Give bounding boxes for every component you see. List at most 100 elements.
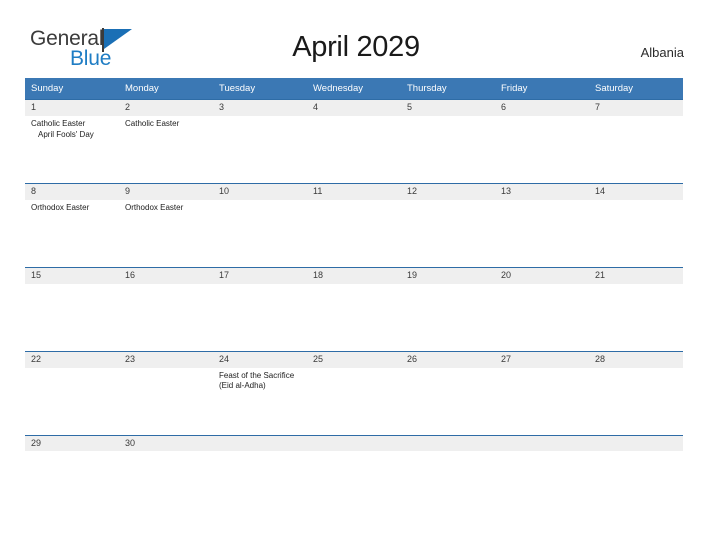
holiday-event: Catholic Easter bbox=[125, 118, 180, 128]
day-number: 30 bbox=[119, 435, 213, 452]
calendar-page: General Blue April 2029 Albania Sunday M… bbox=[0, 0, 712, 550]
day-events: Catholic Easter bbox=[119, 116, 213, 183]
calendar-body: 1 Catholic Easter April Fools' Day 2 Catholi… bbox=[25, 99, 683, 463]
day-events bbox=[495, 451, 589, 462]
day-number: 25 bbox=[307, 351, 401, 368]
day-events bbox=[25, 284, 119, 351]
day-events bbox=[401, 116, 495, 183]
day-number: 8 bbox=[25, 183, 119, 200]
calendar-day-cell[interactable]: 7 bbox=[589, 99, 683, 184]
day-number: 6 bbox=[495, 100, 589, 116]
calendar-day-cell-empty[interactable] bbox=[307, 434, 401, 463]
calendar-day-cell[interactable]: 23 bbox=[119, 350, 213, 436]
calendar-day-cell[interactable]: 28 bbox=[589, 350, 683, 436]
calendar-week-row: 1 Catholic Easter April Fools' Day 2 Catholi… bbox=[25, 99, 683, 184]
calendar-day-cell[interactable]: 27 bbox=[495, 350, 589, 436]
day-number: 22 bbox=[25, 351, 119, 368]
day-number: 5 bbox=[401, 100, 495, 116]
calendar-day-cell[interactable]: 18 bbox=[307, 266, 401, 352]
calendar-day-cell[interactable]: 19 bbox=[401, 266, 495, 352]
day-events bbox=[495, 368, 589, 435]
calendar-header: Sunday Monday Tuesday Wednesday Thursday… bbox=[25, 78, 683, 100]
weekday-header-monday: Monday bbox=[125, 83, 159, 94]
weekday-header-thursday: Thursday bbox=[407, 83, 447, 94]
calendar-day-cell-empty[interactable] bbox=[589, 434, 683, 463]
calendar-day-cell[interactable]: 6 bbox=[495, 99, 589, 184]
day-number: 23 bbox=[119, 351, 213, 368]
calendar-day-cell-empty[interactable] bbox=[213, 434, 307, 463]
day-number: 11 bbox=[307, 183, 401, 200]
day-number: 15 bbox=[25, 267, 119, 284]
calendar-day-cell[interactable]: 26 bbox=[401, 350, 495, 436]
calendar-week-row: 22 23 24 Feast of the Sacrifice (Eid al-Adh… bbox=[25, 350, 683, 436]
day-number: 26 bbox=[401, 351, 495, 368]
calendar-day-cell[interactable]: 14 bbox=[589, 182, 683, 268]
page-header: General Blue April 2029 Albania bbox=[0, 0, 712, 69]
calendar-day-cell[interactable]: 15 bbox=[25, 266, 119, 352]
calendar-day-cell-empty[interactable] bbox=[495, 434, 589, 463]
day-number bbox=[307, 435, 401, 452]
calendar-day-cell[interactable]: 4 bbox=[307, 99, 401, 184]
calendar-week-row: 8 Orthodox Easter 9 Orthodox Easter 10 11 12 13… bbox=[25, 182, 683, 268]
day-number: 28 bbox=[589, 351, 683, 368]
calendar-day-cell[interactable]: 20 bbox=[495, 266, 589, 352]
holiday-event: Catholic Easter bbox=[31, 118, 86, 128]
calendar-day-cell[interactable]: 11 bbox=[307, 182, 401, 268]
day-events bbox=[589, 200, 683, 267]
holiday-event: Feast of the Sacrifice (Eid al-Adha) bbox=[219, 370, 295, 391]
day-events: Orthodox Easter bbox=[25, 200, 119, 267]
calendar-day-cell[interactable]: 10 bbox=[213, 182, 307, 268]
day-events bbox=[495, 116, 589, 183]
day-number bbox=[495, 435, 589, 452]
calendar-day-cell[interactable]: 5 bbox=[401, 99, 495, 184]
day-number bbox=[589, 435, 683, 452]
calendar-day-cell[interactable]: 9 Orthodox Easter bbox=[119, 182, 213, 268]
calendar-day-cell[interactable]: 25 bbox=[307, 350, 401, 436]
weekday-header-saturday: Saturday bbox=[595, 83, 634, 94]
day-number: 29 bbox=[25, 435, 119, 452]
calendar-day-cell[interactable]: 21 bbox=[589, 266, 683, 352]
calendar-week-row: 15 16 17 18 19 20 21 bbox=[25, 266, 683, 352]
calendar-day-cell[interactable]: 29 bbox=[25, 434, 119, 463]
day-events bbox=[307, 368, 401, 435]
day-events bbox=[119, 451, 213, 462]
day-events bbox=[589, 451, 683, 462]
calendar-day-cell[interactable]: 2 Catholic Easter bbox=[119, 99, 213, 184]
calendar-day-cell[interactable]: 16 bbox=[119, 266, 213, 352]
day-events: Catholic Easter April Fools' Day bbox=[25, 116, 119, 183]
calendar-day-cell[interactable]: 24 Feast of the Sacrifice (Eid al-Adha) bbox=[213, 350, 307, 436]
day-number: 19 bbox=[401, 267, 495, 284]
calendar-day-cell[interactable]: 3 bbox=[213, 99, 307, 184]
day-number: 10 bbox=[213, 183, 307, 200]
weekday-header-row: Sunday Monday Tuesday Wednesday Thursday… bbox=[25, 78, 683, 100]
day-number: 18 bbox=[307, 267, 401, 284]
day-events bbox=[589, 116, 683, 183]
calendar-day-cell[interactable]: 30 bbox=[119, 434, 213, 463]
calendar-day-cell[interactable]: 12 bbox=[401, 182, 495, 268]
day-number: 17 bbox=[213, 267, 307, 284]
day-events bbox=[119, 368, 213, 435]
calendar-day-cell[interactable]: 17 bbox=[213, 266, 307, 352]
day-events bbox=[307, 200, 401, 267]
day-number bbox=[401, 435, 495, 452]
day-events bbox=[25, 451, 119, 462]
calendar-day-cell[interactable]: 22 bbox=[25, 350, 119, 436]
calendar-day-cell[interactable]: 13 bbox=[495, 182, 589, 268]
holiday-event: Orthodox Easter bbox=[31, 202, 90, 212]
holiday-event: Orthodox Easter bbox=[125, 202, 184, 212]
calendar-day-cell[interactable]: 1 Catholic Easter April Fools' Day bbox=[25, 99, 119, 184]
day-events bbox=[307, 284, 401, 351]
day-events: Feast of the Sacrifice (Eid al-Adha) bbox=[213, 368, 307, 435]
day-events bbox=[401, 284, 495, 351]
day-events bbox=[401, 368, 495, 435]
day-number: 1 bbox=[25, 100, 119, 116]
calendar-day-cell[interactable]: 8 Orthodox Easter bbox=[25, 182, 119, 268]
day-number: 3 bbox=[213, 100, 307, 116]
day-events bbox=[401, 451, 495, 462]
calendar-day-cell-empty[interactable] bbox=[401, 434, 495, 463]
day-events bbox=[589, 284, 683, 351]
day-number: 20 bbox=[495, 267, 589, 284]
day-number: 4 bbox=[307, 100, 401, 116]
day-number: 9 bbox=[119, 183, 213, 200]
weekday-header-friday: Friday bbox=[501, 83, 528, 94]
